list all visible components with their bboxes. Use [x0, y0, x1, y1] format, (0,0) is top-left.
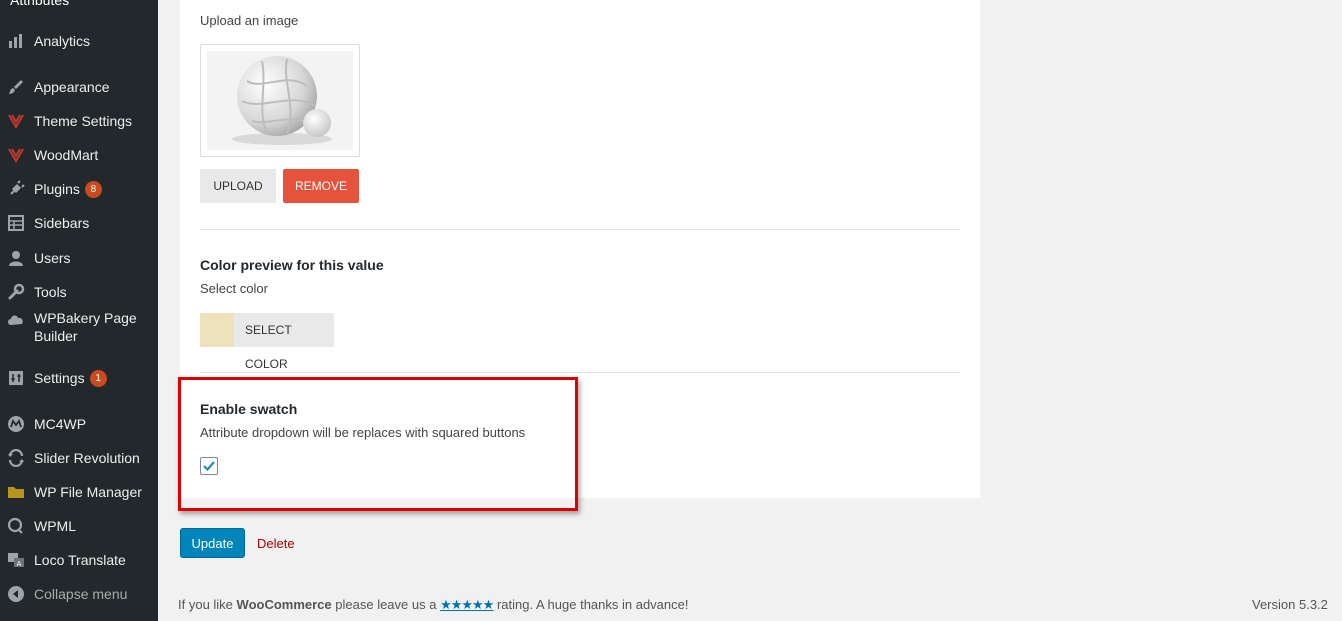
svg-text:A: A: [17, 560, 22, 568]
sidebar-item-woodmart[interactable]: WoodMart: [0, 138, 158, 172]
sidebar-item-analytics[interactable]: Analytics: [0, 24, 158, 58]
rating-stars-link[interactable]: ★★★★★: [440, 597, 494, 612]
sidebar-item-label: WPBakery Page Builder: [34, 310, 137, 344]
cloud-icon: [6, 310, 26, 330]
sidebar-item-wpbakery[interactable]: WPBakery Page Builder: [0, 309, 158, 353]
sidebar-item-settings[interactable]: Settings 1: [0, 361, 158, 395]
sidebar-item-label: Sidebars: [34, 215, 90, 231]
sidebar-item-label: Users: [34, 250, 71, 266]
color-swatch: [200, 313, 234, 347]
update-button[interactable]: Update: [180, 528, 245, 558]
wrench-icon: [6, 282, 26, 302]
sidebar-item-label: Collapse menu: [34, 586, 128, 602]
user-icon: [6, 248, 26, 268]
checkmark-icon: [203, 461, 215, 472]
upload-button[interactable]: UPLOAD: [200, 169, 276, 203]
enable-swatch-checkbox[interactable]: [200, 457, 218, 475]
delete-link[interactable]: Delete: [257, 536, 295, 551]
sidebar-item-loco-translate[interactable]: A Loco Translate: [0, 543, 158, 577]
sidebar-item-label: Loco Translate: [34, 552, 126, 568]
sidebar-item-mc4wp[interactable]: MC4WP: [0, 407, 158, 441]
sidebar-item-tools[interactable]: Tools: [0, 275, 158, 309]
admin-sidebar: Attributes Analytics Appearance Theme Se…: [0, 0, 158, 621]
version-text: Version 5.3.2: [1252, 597, 1328, 612]
sidebar-item-label: WPML: [34, 518, 76, 534]
sidebar-item-plugins[interactable]: Plugins 8: [0, 172, 158, 206]
translate-icon: A: [6, 550, 26, 570]
sidebar-item-attributes[interactable]: Attributes: [10, 0, 69, 8]
sidebar-item-label: WoodMart: [34, 147, 99, 163]
collapse-menu-button[interactable]: Collapse menu: [0, 577, 158, 611]
sidebar-item-label: Plugins: [34, 181, 80, 197]
sidebar-item-label: Analytics: [34, 33, 91, 49]
footer-text: If you like WooCommerce please leave us …: [178, 597, 688, 613]
sidebar-item-users[interactable]: Users: [0, 241, 158, 275]
collapse-icon: [6, 584, 26, 604]
color-preview-description: Select color: [200, 281, 268, 296]
woodmart-icon: [6, 145, 26, 165]
plug-icon: [6, 179, 26, 199]
color-preview-title: Color preview for this value: [200, 257, 384, 273]
update-count-badge: 1: [89, 369, 107, 387]
enable-swatch-description: Attribute dropdown will be replaces with…: [200, 425, 526, 440]
bar-chart-icon: [6, 31, 26, 51]
sidebar-item-label: Settings: [34, 370, 85, 386]
footer-suffix: rating. A huge thanks in advance!: [493, 597, 689, 612]
divider: [200, 372, 960, 373]
sidebar-item-appearance[interactable]: Appearance: [0, 70, 158, 104]
sidebar-item-label: Slider Revolution: [34, 450, 140, 466]
image-thumbnail: [200, 44, 360, 157]
image-upload-description: Upload an image: [200, 13, 299, 28]
settings-icon: [6, 368, 26, 388]
table-icon: [6, 213, 26, 233]
sidebar-item-label: WP File Manager: [34, 484, 142, 500]
paintbrush-icon: [6, 77, 26, 97]
remove-button[interactable]: REMOVE: [283, 169, 359, 203]
wpml-icon: [6, 516, 26, 536]
sidebar-item-wpml[interactable]: WPML: [0, 509, 158, 543]
sidebar-item-theme-settings[interactable]: Theme Settings: [0, 104, 158, 138]
sidebar-item-label: MC4WP: [34, 416, 87, 432]
sidebar-item-wp-file-manager[interactable]: WP File Manager: [0, 475, 158, 509]
divider: [200, 229, 960, 230]
select-color-button[interactable]: SELECT COLOR: [200, 313, 334, 371]
refresh-icon: [6, 448, 26, 468]
select-color-label: SELECT COLOR: [245, 323, 292, 371]
woodmart-icon: [6, 111, 26, 131]
folder-icon: [6, 482, 26, 502]
footer-prefix: If you like: [178, 597, 237, 612]
mc4wp-icon: [6, 414, 26, 434]
footer-brand: WooCommerce: [236, 597, 332, 612]
product-image: [207, 51, 353, 150]
sidebar-item-label: Appearance: [34, 79, 110, 95]
update-count-badge: 8: [84, 180, 102, 198]
footer-middle: please leave us a: [331, 597, 441, 612]
enable-swatch-title: Enable swatch: [200, 401, 298, 417]
sidebar-item-slider-revolution[interactable]: Slider Revolution: [0, 441, 158, 475]
attribute-term-form: Upload an image UPLOAD REMOVE Color prev…: [180, 0, 980, 498]
sidebar-item-label: Theme Settings: [34, 113, 133, 129]
sidebar-item-label: Tools: [34, 284, 67, 300]
sidebar-item-sidebars[interactable]: Sidebars: [0, 206, 158, 240]
